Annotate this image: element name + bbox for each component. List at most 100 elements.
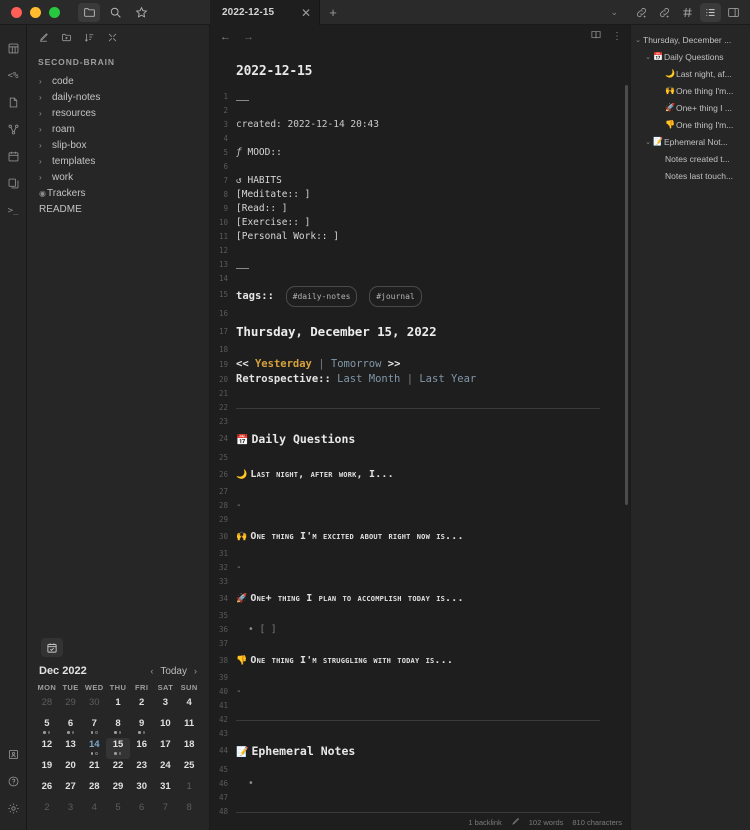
calendar-day-cell[interactable]: 8: [106, 717, 130, 738]
calendar-day-cell[interactable]: 27: [59, 780, 83, 801]
terminal-icon[interactable]: >_: [2, 197, 24, 224]
star-icon[interactable]: [130, 3, 152, 22]
outline-item[interactable]: 🌙 Last night, af...: [631, 65, 750, 82]
toggle-right-sidebar-icon[interactable]: [723, 3, 744, 22]
tree-item-trackers[interactable]: ◉ Trackers: [27, 185, 209, 201]
outline-item[interactable]: Notes last touch...: [631, 167, 750, 184]
tree-item-code[interactable]: › code: [27, 73, 209, 89]
calendar-day-cell[interactable]: 8: [177, 801, 201, 822]
calendar-day-cell[interactable]: 1: [177, 780, 201, 801]
calendar-day-cell[interactable]: 3: [59, 801, 83, 822]
calendar-day-cell[interactable]: 28: [82, 780, 106, 801]
close-icon[interactable]: ✕: [301, 7, 311, 19]
calendar-day-cell[interactable]: 7: [154, 801, 178, 822]
copy-icon[interactable]: [2, 170, 24, 197]
calendar-day-cell[interactable]: 5: [106, 801, 130, 822]
outline-item[interactable]: 🚀 One+ thing I ...: [631, 99, 750, 116]
outline-item[interactable]: Notes created t...: [631, 150, 750, 167]
tree-item-work[interactable]: › work: [27, 169, 209, 185]
calendar-day-cell[interactable]: 11: [177, 717, 201, 738]
calendar-check-icon[interactable]: [41, 638, 63, 657]
outline-item[interactable]: ⌄ 📝 Ephemeral Not...: [631, 133, 750, 150]
calendar-day-cell[interactable]: 6: [59, 717, 83, 738]
new-note-icon[interactable]: [38, 32, 49, 43]
answer-2[interactable]: -: [236, 561, 630, 575]
collapse-icon[interactable]: [107, 32, 118, 43]
outgoing-links-icon[interactable]: [654, 3, 675, 22]
calendar-day-cell[interactable]: 9: [130, 717, 154, 738]
calendar-day-cell[interactable]: 2: [35, 801, 59, 822]
calendar-day-cell[interactable]: 14: [82, 738, 106, 759]
calendar-icon[interactable]: [2, 143, 24, 170]
calendar-day-cell[interactable]: 24: [154, 759, 178, 780]
calendar-day-cell[interactable]: 13: [59, 738, 83, 759]
calendar-day-cell[interactable]: 4: [177, 696, 201, 717]
calendar-day-cell[interactable]: 10: [154, 717, 178, 738]
ephemeral-bullet[interactable]: •: [236, 777, 630, 791]
calendar-day-cell[interactable]: 22: [106, 759, 130, 780]
calendar-day-cell[interactable]: 29: [106, 780, 130, 801]
calendar-day-cell[interactable]: 15: [106, 738, 130, 759]
folder-icon[interactable]: [78, 2, 100, 22]
calendar-day-cell[interactable]: 30: [82, 696, 106, 717]
answer-1[interactable]: -: [236, 499, 630, 513]
today-button[interactable]: Today: [160, 666, 187, 677]
calendar-day-cell[interactable]: 12: [35, 738, 59, 759]
editor-scrollbar[interactable]: [625, 85, 628, 505]
last-month-link[interactable]: Last Month: [337, 373, 400, 385]
account-icon[interactable]: [2, 741, 24, 768]
calendar-day-cell[interactable]: 6: [130, 801, 154, 822]
page-icon[interactable]: [2, 89, 24, 116]
calendar-day-cell[interactable]: 16: [130, 738, 154, 759]
yesterday-link[interactable]: Yesterday: [255, 358, 312, 370]
tree-item-daily-notes[interactable]: › daily-notes: [27, 89, 209, 105]
tree-item-slip-box[interactable]: › slip-box: [27, 137, 209, 153]
new-folder-icon[interactable]: [61, 32, 72, 43]
close-window-button[interactable]: [11, 6, 22, 18]
checkbox-icon[interactable]: [ ]: [259, 624, 276, 635]
sort-icon[interactable]: [84, 32, 95, 43]
calendar-day-cell[interactable]: 25: [177, 759, 201, 780]
calendar-day-cell[interactable]: 21: [82, 759, 106, 780]
last-year-link[interactable]: Last Year: [419, 373, 476, 385]
outline-item[interactable]: 👎 One thing I'm...: [631, 116, 750, 133]
tags-icon[interactable]: [677, 3, 698, 22]
search-icon[interactable]: [104, 3, 126, 22]
chevron-down-icon[interactable]: ⌄: [610, 0, 622, 25]
new-tab-button[interactable]: +: [320, 0, 346, 25]
calendar-day-cell[interactable]: 4: [82, 801, 106, 822]
chevron-down-icon[interactable]: ⌄: [643, 53, 653, 61]
calendar-day-cell[interactable]: 28: [35, 696, 59, 717]
calendar-day-cell[interactable]: 1: [106, 696, 130, 717]
next-month-button[interactable]: ›: [194, 666, 197, 676]
calendar-day-cell[interactable]: 29: [59, 696, 83, 717]
calendar-day-cell[interactable]: 17: [154, 738, 178, 759]
outline-icon[interactable]: [700, 3, 721, 22]
tab-2022-12-15[interactable]: 2022-12-15 ✕: [210, 0, 320, 25]
calendar-day-cell[interactable]: 31: [154, 780, 178, 801]
graph-icon[interactable]: [2, 116, 24, 143]
tag-pill-daily-notes[interactable]: #daily-notes: [285, 286, 358, 307]
tree-item-templates[interactable]: › templates: [27, 153, 209, 169]
help-icon[interactable]: [2, 768, 24, 795]
tree-item-roam[interactable]: › roam: [27, 121, 209, 137]
back-button[interactable]: ←: [220, 31, 231, 43]
tag-pill-journal[interactable]: #journal: [369, 286, 422, 307]
calendar-day-cell[interactable]: 26: [35, 780, 59, 801]
window-controls[interactable]: [0, 6, 60, 18]
tomorrow-link[interactable]: Tomorrow: [331, 358, 382, 370]
calendar-day-cell[interactable]: 18: [177, 738, 201, 759]
calendar-day-cell[interactable]: 23: [130, 759, 154, 780]
tree-item-resources[interactable]: › resources: [27, 105, 209, 121]
table-icon[interactable]: [2, 35, 24, 62]
code-icon[interactable]: <%: [2, 62, 24, 89]
minimize-window-button[interactable]: [30, 6, 41, 18]
chevron-down-icon[interactable]: ⌄: [643, 138, 653, 146]
maximize-window-button[interactable]: [49, 6, 60, 18]
task-item-3[interactable]: • [ ]: [236, 623, 630, 637]
prev-month-button[interactable]: ‹: [150, 666, 153, 676]
calendar-day-cell[interactable]: 20: [59, 759, 83, 780]
document[interactable]: 2022-12-15 1 2 3 created: 2022-12-14 20:…: [210, 49, 630, 814]
calendar-day-cell[interactable]: 30: [130, 780, 154, 801]
pencil-icon[interactable]: [511, 817, 520, 828]
